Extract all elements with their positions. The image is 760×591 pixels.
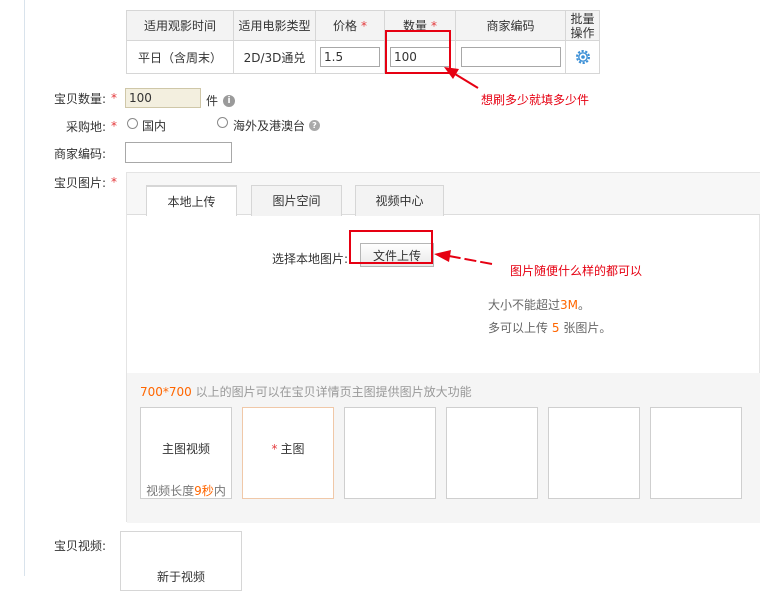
quantity-annotation: 想刷多少就填多少件: [481, 93, 590, 107]
tab-local-upload[interactable]: 本地上传: [146, 185, 237, 216]
radio-domestic[interactable]: [127, 118, 138, 129]
purchase-label: 采购地:: [65, 120, 106, 134]
radio-overseas[interactable]: [217, 117, 228, 128]
sku-merchant-code-input[interactable]: [460, 47, 561, 67]
help-icon[interactable]: ?: [309, 120, 320, 131]
price-input[interactable]: [320, 47, 380, 67]
cell-batch: [565, 40, 600, 74]
left-border-line: [24, 0, 25, 576]
tab-video-center[interactable]: 视频中心: [355, 185, 444, 216]
slot-image-3[interactable]: [446, 407, 538, 499]
quantity-required-star: *: [111, 91, 117, 105]
cell-price: [315, 40, 385, 74]
cell-quantity: [384, 40, 456, 74]
image-uploader: 本地上传 图片空间 视频中心 选择本地图片: 文件上传 大小不能超过3M。 多可…: [126, 172, 760, 523]
info-icon[interactable]: i: [223, 95, 235, 107]
size-limit-hint: 大小不能超过3M。: [488, 298, 591, 312]
col-header-time: 适用观影时间: [126, 10, 234, 41]
cell-time: 平日（含周末）: [126, 40, 234, 74]
merchant-code-label: 商家编码:: [53, 147, 106, 161]
cell-type: 2D/3D通兑: [233, 40, 316, 74]
quantity-unit: 件: [206, 94, 219, 108]
thumbnail-area: 700*700 以上的图片可以在宝贝详情页主图提供图片放大功能 主图视频 视频长…: [127, 373, 760, 523]
image-annotation: 图片随便什么样的都可以: [510, 264, 643, 278]
sku-row: 平日（含周末） 2D/3D通兑: [126, 40, 600, 74]
sku-table: 适用观影时间 适用电影类型 价格 * 数量 * 商家编码 批量 操作 平日（含周末） …: [126, 10, 600, 74]
col-header-quantity: 数量 *: [384, 10, 456, 41]
video-label: 宝贝视频:: [53, 539, 106, 553]
sku-quantity-input[interactable]: [390, 47, 450, 67]
images-label: 宝贝图片:: [53, 176, 106, 190]
slot-main-video[interactable]: 主图视频 视频长度9秒内: [140, 407, 232, 499]
slot-main-image-title: * 主图: [271, 442, 305, 456]
quantity-input[interactable]: [125, 88, 201, 108]
select-local-image-label: 选择本地图片:: [272, 252, 349, 266]
col-header-price: 价格 *: [315, 10, 385, 41]
slot-main-image[interactable]: * 主图: [242, 407, 334, 499]
tab-image-space[interactable]: 图片空间: [251, 185, 342, 216]
purchase-required-star: *: [111, 119, 117, 133]
zoom-tip: 700*700 以上的图片可以在宝贝详情页主图提供图片放大功能: [140, 385, 472, 399]
slot-main-video-duration: 视频长度9秒内: [146, 484, 226, 498]
col-header-type: 适用电影类型: [233, 10, 316, 41]
slot-image-2[interactable]: [344, 407, 436, 499]
slot-image-4[interactable]: [548, 407, 640, 499]
col-header-merchant-code: 商家编码: [455, 10, 566, 41]
merchant-code-input[interactable]: [125, 142, 232, 163]
col-header-batch: 批量 操作: [565, 10, 600, 41]
file-upload-button[interactable]: 文件上传: [360, 243, 434, 267]
gear-icon[interactable]: [574, 48, 592, 66]
radio-overseas-label[interactable]: 海外及港澳台: [233, 117, 305, 134]
cell-merchant-code: [455, 40, 566, 74]
video-upload-box[interactable]: 新于视频: [120, 531, 242, 591]
count-limit-hint: 多可以上传 5 张图片。: [488, 321, 612, 335]
images-required-star: *: [111, 175, 117, 189]
slot-main-video-title: 主图视频: [161, 442, 210, 456]
video-placeholder: 新于视频: [156, 570, 205, 584]
slot-image-5[interactable]: [650, 407, 742, 499]
sku-header-row: 适用观影时间 适用电影类型 价格 * 数量 * 商家编码 批量 操作: [126, 10, 600, 41]
radio-domestic-label[interactable]: 国内: [142, 117, 166, 134]
quantity-label: 宝贝数量:: [53, 92, 106, 106]
uploader-tab-bar: 本地上传 图片空间 视频中心: [127, 173, 760, 216]
